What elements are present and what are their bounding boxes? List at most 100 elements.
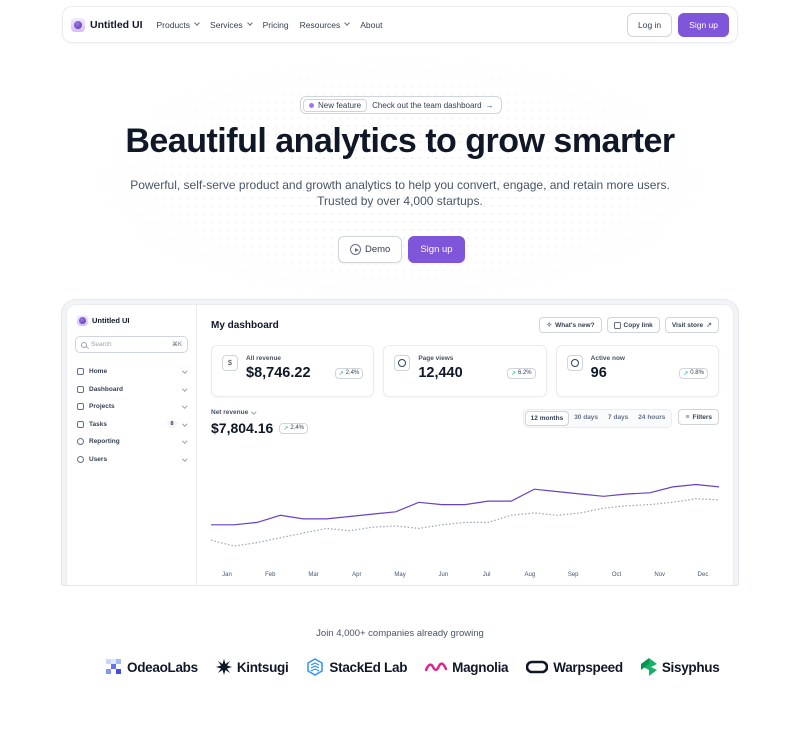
kintsugi-logo-icon — [215, 659, 232, 675]
company-logo: Kintsugi — [215, 659, 289, 675]
chevron-down-icon — [181, 368, 187, 374]
tasks-count-badge: 8 — [167, 420, 177, 429]
x-tick-label: Jan — [222, 572, 232, 578]
x-tick-label: Nov — [654, 572, 665, 578]
logo-icon — [71, 17, 85, 32]
tab-24-hours[interactable]: 24 hours — [633, 411, 670, 426]
sidebar-item-reporting[interactable]: Reporting — [75, 433, 188, 451]
chevron-down-icon — [181, 438, 187, 444]
magnolia-logo-icon — [425, 662, 448, 672]
line-chart: Jan Feb Mar Apr May Jun Jul Aug Sep Oct Nov Dec — [211, 483, 719, 578]
delta-badge: ↗ 0.8% — [679, 367, 708, 379]
whats-new-button[interactable]: ✧ What's new? — [539, 317, 602, 333]
nav-signup-button[interactable]: Sign up — [678, 12, 729, 37]
new-feature-badge[interactable]: New feature Check out the team dashboard… — [300, 96, 502, 114]
shortcut-hint: ⌘K — [171, 342, 182, 348]
chevron-down-icon — [181, 403, 187, 409]
stat-value: 96 — [590, 365, 607, 381]
demo-button[interactable]: Demo — [338, 236, 403, 263]
chevron-down-icon — [251, 409, 257, 414]
warpspeed-logo-icon — [526, 660, 549, 674]
brand[interactable]: Untitled UI — [71, 17, 143, 32]
filter-lines-icon: ≡ — [685, 413, 690, 421]
hero-ctas: Demo Sign up — [338, 236, 465, 263]
delta-badge: ↗ 2.4% — [279, 422, 309, 434]
x-tick-label: Sep — [568, 572, 579, 578]
hero-subtitle: Powerful, self-serve product and growth … — [130, 178, 670, 208]
chevron-down-icon — [194, 20, 200, 26]
sidebar-item-projects[interactable]: Projects — [75, 398, 188, 416]
chevron-down-icon — [181, 455, 187, 461]
stat-card: Page views 12,440 ↗ 6.2% — [383, 345, 547, 397]
stacked-lab-logo-icon — [307, 658, 324, 676]
stat-label: Active now — [590, 355, 625, 362]
filters-button[interactable]: ≡ Filters — [678, 409, 719, 425]
dashboard-brand: Untitled UI — [77, 315, 188, 326]
arrow-right-icon: → — [485, 100, 494, 110]
dashboard-title: My dashboard — [211, 319, 279, 331]
sidebar-item-home[interactable]: Home — [75, 363, 188, 381]
arrow-up-icon: ↗ — [683, 370, 689, 377]
nav-link-pricing[interactable]: Pricing — [263, 20, 289, 30]
external-link-icon: ↗ — [706, 322, 712, 329]
hero-title: Beautiful analytics to grow smarter — [125, 122, 675, 160]
sidebar-item-tasks[interactable]: Tasks 8 — [75, 416, 188, 434]
net-revenue-value: $7,804.16 — [211, 420, 274, 436]
user-circle-icon — [566, 355, 583, 371]
x-tick-label: Aug — [525, 572, 536, 578]
odeaolabs-logo-icon — [106, 659, 121, 674]
copy-icon — [613, 321, 621, 329]
stat-card: $ All revenue $8,746.22 ↗ 2.4% — [211, 345, 375, 397]
dashboard-search-input[interactable]: Search ⌘K — [75, 336, 188, 353]
nav-link-products[interactable]: Products — [157, 20, 200, 30]
company-logos: OdeaoLabs Kintsugi StackEd Lab Magnolia … — [106, 658, 720, 676]
visit-store-button[interactable]: Visit store ↗ — [664, 317, 719, 333]
chevron-down-icon — [181, 420, 187, 426]
search-icon — [81, 341, 87, 348]
tab-12-months[interactable]: 12 months — [524, 411, 570, 426]
nav-actions: Log in Sign up — [626, 12, 729, 37]
play-circle-icon — [350, 244, 361, 255]
company-logo: Sisyphus — [640, 658, 720, 676]
sidebar-item-dashboard[interactable]: Dashboard — [75, 381, 188, 399]
users-icon — [77, 455, 84, 463]
nav-link-about[interactable]: About — [360, 20, 382, 30]
net-revenue-dropdown[interactable]: Net revenue — [211, 409, 308, 416]
hero-signup-button[interactable]: Sign up — [408, 236, 465, 263]
company-logo: StackEd Lab — [306, 658, 407, 676]
tab-30-days[interactable]: 30 days — [569, 411, 603, 426]
nav-link-resources[interactable]: Resources — [300, 20, 351, 30]
company-logo: Warpspeed — [526, 660, 623, 675]
copy-link-button[interactable]: Copy link — [606, 317, 660, 333]
time-range-tabs: 12 months 30 days 7 days 24 hours — [522, 409, 673, 428]
badge-tag: New feature — [303, 98, 368, 112]
sparkle-icon: ✧ — [546, 322, 553, 329]
x-tick-label: Mar — [308, 572, 318, 578]
sidebar-item-users[interactable]: Users — [75, 451, 188, 469]
delta-badge: ↗ 6.2% — [506, 367, 536, 379]
logos-title: Join 4,000+ companies already growing — [316, 628, 484, 639]
eye-icon — [394, 355, 411, 371]
x-tick-label: Oct — [612, 572, 622, 578]
x-tick-label: May — [394, 572, 405, 578]
stat-value: 12,440 — [418, 365, 463, 381]
currency-dollar-icon: $ — [222, 355, 238, 371]
login-button[interactable]: Log in — [626, 12, 673, 37]
x-tick-label: Feb — [265, 572, 276, 578]
chevron-down-icon — [246, 20, 253, 26]
series-line-1 — [211, 483, 719, 526]
bar-chart-icon — [77, 385, 84, 393]
chevron-down-icon — [344, 20, 351, 26]
stat-card: Active now 96 ↗ 0.8% — [555, 345, 719, 397]
tab-7-days[interactable]: 7 days — [603, 411, 633, 426]
brand-name: Untitled UI — [90, 18, 143, 31]
check-square-icon — [77, 420, 84, 428]
dashboard-sidebar: Untitled UI Search ⌘K Home Dashboard Pro… — [67, 305, 197, 585]
pie-chart-icon — [77, 438, 84, 446]
arrow-up-icon: ↗ — [283, 425, 289, 432]
dashboard-mockup: Untitled UI Search ⌘K Home Dashboard Pro… — [61, 299, 739, 586]
x-tick-label: Apr — [352, 572, 361, 578]
stats-row: $ All revenue $8,746.22 ↗ 2.4% Page views — [211, 345, 719, 397]
nav-link-services[interactable]: Services — [210, 20, 253, 30]
x-tick-label: Dec — [698, 572, 709, 578]
